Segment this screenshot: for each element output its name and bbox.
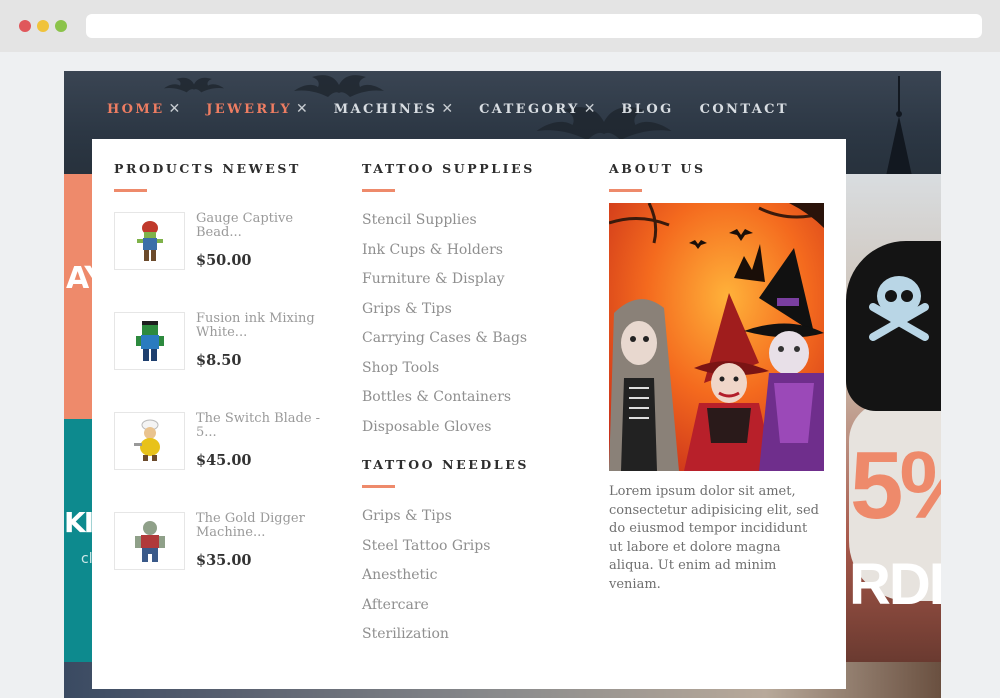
product-price: $45.00: [196, 452, 252, 469]
spire-icon: [886, 76, 912, 176]
product-price: $35.00: [196, 552, 252, 569]
zombie-figure-icon: [136, 221, 163, 261]
skull-crossbones-icon: [869, 276, 929, 341]
zombie-miner-figure-icon: [134, 521, 165, 562]
close-icon[interactable]: ✕: [169, 101, 181, 117]
about-us-text: Lorem ipsum dolor sit amet, consectetur …: [609, 484, 819, 592]
nav-item-contact[interactable]: CONTACT: [700, 102, 789, 117]
slide-salmon-panel: [64, 174, 94, 419]
nav-label: JEWERLY: [206, 101, 293, 117]
menu-link[interactable]: Stencil Supplies: [362, 210, 582, 240]
menu-link[interactable]: Shop Tools: [362, 358, 582, 388]
web-page: AY KIN cl 5% RDE HOME ✕ JEWERLY ✕ MACHIN…: [64, 71, 941, 698]
browser-chrome: [0, 0, 1000, 52]
close-window-dot[interactable]: [19, 20, 31, 32]
heading-underline: [114, 189, 147, 192]
close-icon[interactable]: ✕: [584, 101, 596, 117]
bat-icon: [164, 77, 224, 93]
nav-label: CATEGORY: [479, 101, 580, 117]
menu-link[interactable]: Ink Cups & Holders: [362, 240, 582, 270]
product-price: $8.50: [196, 352, 242, 369]
column-heading: PRODUCTS NEWEST: [114, 161, 301, 176]
slide-discount-text: 5%: [850, 432, 941, 539]
menu-link[interactable]: Disposable Gloves: [362, 417, 582, 447]
nav-label: CONTACT: [699, 101, 790, 117]
frankenstein-figure-icon: [135, 321, 164, 361]
nav-label: HOME: [107, 101, 165, 117]
nav-item-jewerly[interactable]: JEWERLY ✕: [206, 101, 308, 117]
column-heading: TATTOO SUPPLIES: [362, 161, 535, 176]
slide-text: cl: [81, 551, 93, 567]
product-price: $50.00: [196, 252, 252, 269]
product-name[interactable]: The Gold Digger Machine...: [196, 512, 331, 540]
product-item[interactable]: Gauge Captive Bead... $50.00: [114, 212, 339, 292]
maximize-window-dot[interactable]: [55, 20, 67, 32]
mega-menu-dropdown: PRODUCTS NEWEST Gauge Captive Bead... $5…: [92, 139, 846, 689]
product-item[interactable]: Fusion ink Mixing White... $8.50: [114, 312, 339, 392]
slide-teal-panel: [64, 419, 94, 662]
about-us-column: ABOUT US Lorem ipsum dolor sit amet, con…: [609, 161, 824, 594]
nav-item-home[interactable]: HOME ✕: [107, 101, 180, 117]
column-heading: TATTOO NEEDLES: [362, 457, 529, 472]
address-bar[interactable]: [86, 14, 982, 38]
product-thumbnail[interactable]: [114, 312, 185, 370]
close-icon[interactable]: ✕: [441, 101, 453, 117]
heading-underline: [609, 189, 642, 192]
menu-link[interactable]: Anesthetic: [362, 565, 582, 595]
bat-icon: [294, 75, 384, 97]
halloween-kids-image: [609, 203, 824, 471]
heading-underline: [362, 485, 395, 488]
product-name[interactable]: Gauge Captive Bead...: [196, 212, 331, 240]
product-name[interactable]: Fusion ink Mixing White...: [196, 312, 331, 340]
menu-link[interactable]: Steel Tattoo Grips: [362, 536, 582, 566]
main-nav: HOME ✕ JEWERLY ✕ MACHINES ✕ CATEGORY ✕ B…: [107, 101, 815, 117]
menu-link[interactable]: Aftercare: [362, 595, 582, 625]
product-item[interactable]: The Gold Digger Machine... $35.00: [114, 512, 339, 592]
product-item[interactable]: The Switch Blade - 5... $45.00: [114, 412, 339, 492]
heading-underline: [362, 189, 395, 192]
product-thumbnail[interactable]: [114, 412, 185, 470]
column-heading: ABOUT US: [609, 161, 706, 176]
product-name[interactable]: The Switch Blade - 5...: [196, 412, 331, 440]
nav-item-category[interactable]: CATEGORY ✕: [479, 101, 595, 117]
chef-figure-icon: [133, 419, 160, 461]
nav-item-machines[interactable]: MACHINES ✕: [334, 101, 453, 117]
menu-link[interactable]: Sterilization: [362, 624, 582, 654]
nav-item-blog[interactable]: BLOG: [621, 102, 673, 117]
product-thumbnail[interactable]: [114, 212, 185, 270]
close-icon[interactable]: ✕: [296, 101, 308, 117]
tattoo-supplies-column: TATTOO SUPPLIES Stencil Supplies Ink Cup…: [362, 161, 582, 654]
menu-link[interactable]: Carrying Cases & Bags: [362, 328, 582, 358]
slide-text: RDE: [849, 552, 941, 617]
nav-label: BLOG: [621, 101, 674, 117]
menu-link[interactable]: Bottles & Containers: [362, 387, 582, 417]
nav-label: MACHINES: [333, 101, 438, 117]
products-newest-column: PRODUCTS NEWEST Gauge Captive Bead... $5…: [114, 161, 339, 612]
menu-link[interactable]: Grips & Tips: [362, 506, 582, 536]
menu-link[interactable]: Furniture & Display: [362, 269, 582, 299]
minimize-window-dot[interactable]: [37, 20, 49, 32]
menu-link[interactable]: Grips & Tips: [362, 299, 582, 329]
product-thumbnail[interactable]: [114, 512, 185, 570]
